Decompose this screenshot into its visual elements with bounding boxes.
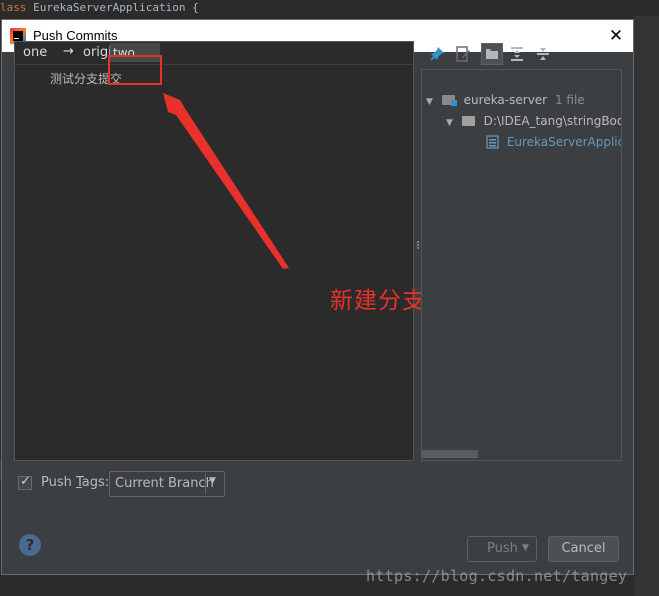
group-by-directory-icon[interactable]	[481, 43, 503, 65]
commits-panel: one → origin 测试分支提交	[14, 41, 414, 461]
push-tags-checkbox[interactable]: ✓	[18, 474, 32, 490]
editor-code-line: lass EurekaServerApplication {	[0, 0, 199, 16]
module-file-count: 1 file	[554, 93, 585, 107]
changes-toolbar	[424, 41, 624, 67]
select-divider	[205, 474, 206, 494]
pin-icon[interactable]	[428, 45, 446, 63]
push-arrow-icon: →	[63, 44, 74, 59]
tree-row-module[interactable]: ▼ eureka-server 1 file	[426, 90, 585, 110]
file-name: EurekaServerApplica	[506, 135, 622, 149]
expand-all-icon[interactable]	[508, 45, 526, 63]
tree-row-file[interactable]: EurekaServerApplica	[486, 132, 622, 152]
module-name: eureka-server	[463, 93, 548, 107]
editor-gutter	[634, 16, 659, 596]
push-tags-label: Push Tags:	[41, 475, 110, 490]
source-branch-label: one	[23, 45, 48, 60]
folder-icon	[461, 115, 475, 126]
folder-path: D:\IDEA_tang\stringBoo	[483, 114, 622, 128]
java-class-file-icon	[486, 134, 499, 149]
edit-source-icon[interactable]	[454, 45, 472, 63]
watermark-text: https://blog.csdn.net/tangey	[366, 567, 628, 585]
expand-triangle-icon[interactable]: ▼	[426, 92, 438, 112]
changed-files-tree: ▼ eureka-server 1 file ▼ D:\IDEA_tang\st…	[421, 69, 622, 461]
chevron-down-icon[interactable]: ▼	[209, 476, 216, 486]
push-button[interactable]: Push ▼	[467, 536, 537, 562]
cancel-button[interactable]: Cancel	[548, 536, 619, 562]
checkmark-icon: ✓	[20, 474, 31, 489]
module-folder-icon	[441, 94, 457, 106]
horizontal-scrollbar-thumb[interactable]	[422, 450, 478, 458]
push-button-label: Push	[487, 541, 518, 556]
tags-mode-select[interactable]: Current Branch ▼	[109, 471, 225, 497]
tree-row-folder[interactable]: ▼ D:\IDEA_tang\stringBoo	[446, 111, 622, 133]
expand-triangle-icon[interactable]: ▼	[446, 113, 458, 133]
push-dropdown-chevron-icon[interactable]: ▼	[522, 543, 529, 553]
collapse-all-icon[interactable]	[534, 45, 552, 63]
help-icon[interactable]: ?	[19, 534, 41, 556]
code-keyword: lass	[0, 1, 27, 14]
tags-mode-selected-value: Current Branch	[115, 476, 214, 491]
annotation-highlight-box	[108, 55, 162, 85]
code-text: EurekaServerApplication {	[26, 1, 199, 14]
push-target-row: one → origin	[15, 42, 413, 65]
